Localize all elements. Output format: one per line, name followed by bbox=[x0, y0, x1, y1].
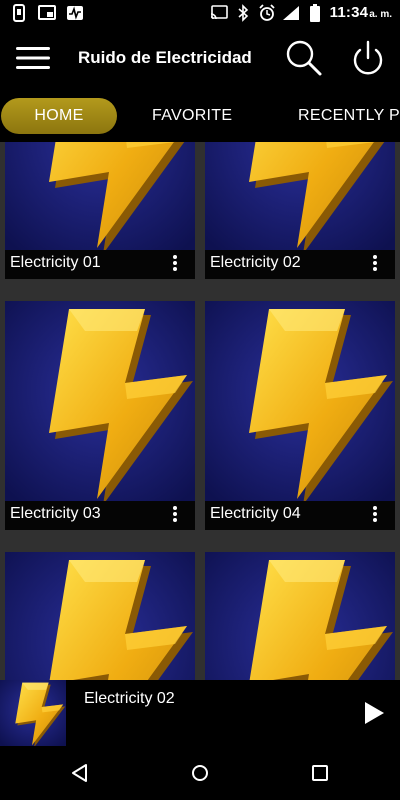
now-playing-title: Electricity 02 bbox=[84, 690, 175, 707]
status-bar: 11:34a. m. bbox=[0, 0, 400, 28]
lightning-thumbnail bbox=[5, 142, 195, 250]
status-right-icons: 11:34a. m. bbox=[210, 4, 392, 22]
track-caption: Electricity 03 bbox=[5, 501, 195, 530]
lightning-thumbnail bbox=[205, 301, 395, 501]
status-left-icons bbox=[10, 4, 84, 22]
more-options-icon[interactable] bbox=[367, 253, 383, 275]
app-title: Ruido de Electricidad bbox=[78, 48, 252, 67]
cast-notification-icon bbox=[38, 4, 56, 22]
search-button[interactable] bbox=[284, 38, 324, 78]
track-card[interactable]: Electricity 03 bbox=[5, 301, 195, 530]
tab-home[interactable]: HOME bbox=[1, 98, 117, 134]
now-playing-thumbnail bbox=[0, 680, 66, 746]
activity-icon bbox=[66, 4, 84, 22]
bluetooth-icon bbox=[234, 4, 252, 22]
track-title: Electricity 02 bbox=[210, 254, 301, 271]
track-card[interactable] bbox=[5, 552, 195, 680]
power-button[interactable] bbox=[348, 38, 388, 78]
back-button[interactable] bbox=[68, 761, 92, 785]
clock-ampm: a. m. bbox=[369, 9, 392, 20]
more-options-icon[interactable] bbox=[167, 504, 183, 526]
now-playing-bar[interactable]: Electricity 02 bbox=[0, 680, 400, 746]
battery-icon bbox=[306, 4, 324, 22]
track-caption: Electricity 01 bbox=[5, 250, 195, 279]
more-options-icon[interactable] bbox=[167, 253, 183, 275]
track-grid: Electricity 01 Electricity 02 Electricit… bbox=[0, 142, 400, 680]
recents-button[interactable] bbox=[308, 761, 332, 785]
more-options-icon[interactable] bbox=[367, 504, 383, 526]
home-button[interactable] bbox=[188, 761, 212, 785]
track-title: Electricity 01 bbox=[10, 254, 101, 271]
track-card[interactable] bbox=[205, 552, 395, 680]
recents-icon bbox=[312, 765, 328, 781]
lightning-thumbnail bbox=[5, 301, 195, 501]
tab-recently-played[interactable]: RECENTLY PL bbox=[298, 98, 400, 134]
tab-bar: HOME FAVORITE RECENTLY PL bbox=[0, 90, 400, 142]
track-caption: Electricity 04 bbox=[205, 501, 395, 530]
track-card[interactable]: Electricity 04 bbox=[205, 301, 395, 530]
clock: 11:34a. m. bbox=[330, 4, 392, 22]
power-icon bbox=[353, 40, 383, 75]
menu-icon bbox=[16, 47, 50, 69]
system-nav-bar bbox=[0, 746, 400, 800]
track-card[interactable]: Electricity 02 bbox=[205, 142, 395, 279]
track-title: Electricity 03 bbox=[10, 505, 101, 522]
cast-icon bbox=[210, 4, 228, 22]
tab-favorite[interactable]: FAVORITE bbox=[152, 98, 232, 134]
clock-time: 11:34 bbox=[329, 4, 369, 21]
track-caption: Electricity 02 bbox=[205, 250, 395, 279]
lightning-thumbnail bbox=[5, 552, 195, 680]
phone-info-icon bbox=[10, 4, 28, 22]
play-icon bbox=[365, 702, 384, 724]
lightning-thumbnail bbox=[205, 552, 395, 680]
play-button[interactable] bbox=[360, 699, 388, 727]
app-bar: Ruido de Electricidad bbox=[0, 28, 400, 90]
track-card[interactable]: Electricity 01 bbox=[5, 142, 195, 279]
search-icon bbox=[286, 40, 322, 76]
menu-button[interactable] bbox=[14, 42, 52, 74]
home-icon bbox=[192, 765, 208, 781]
signal-icon bbox=[282, 4, 300, 22]
track-title: Electricity 04 bbox=[210, 505, 301, 522]
back-icon bbox=[72, 764, 87, 782]
lightning-thumbnail bbox=[205, 142, 395, 250]
alarm-icon bbox=[258, 4, 276, 22]
